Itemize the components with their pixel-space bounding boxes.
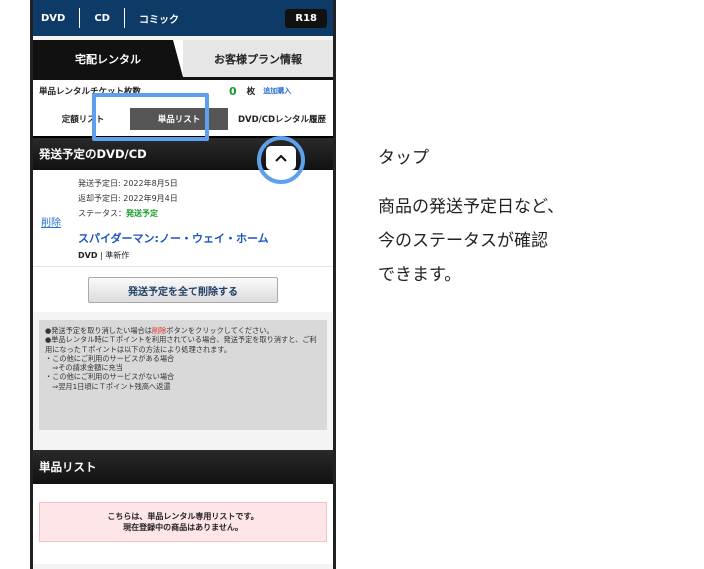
notes-box: ●発送予定を取り消したい場合は削除ボタンをクリックしてください。 ●単品レンタル… xyxy=(39,320,327,430)
annotation-line: 商品の発送予定日など、 xyxy=(378,197,565,217)
item-title[interactable]: スパイダーマン:ノー・ウェイ・ホーム xyxy=(78,230,269,246)
section-title-tanpin: 単品リスト xyxy=(39,460,97,474)
nav-cd[interactable]: CD xyxy=(94,13,124,24)
list-item: 削除 発送予定日: 2022年8月5日 返却予定日: 2022年9月4日 ステー… xyxy=(33,170,333,266)
note-line: ・この他にご利用のサービスがある場合 xyxy=(45,353,175,363)
section-title-shipping: 発送予定のDVD/CD xyxy=(39,147,147,161)
collapse-button[interactable] xyxy=(266,146,296,170)
delete-all-button[interactable]: 発送予定を全て削除する xyxy=(88,277,278,303)
empty-message-line1: こちらは、単品レンタル専用リストです。 xyxy=(107,512,259,521)
annotation-tap: タップ xyxy=(378,148,429,168)
item-dates: 発送予定日: 2022年8月5日 返却予定日: 2022年9月4日 ステータス：… xyxy=(78,176,178,221)
subtab-rental-history[interactable]: DVD/CDレンタル履歴 xyxy=(229,108,333,130)
note-line: ⇒翌月1日頃にＴポイント残高へ返還 xyxy=(45,381,171,391)
add-purchase-link[interactable]: 追加購入 xyxy=(263,86,291,96)
status-row: ステータス：発送予定 xyxy=(78,206,178,221)
item-release-note: 準新作 xyxy=(105,251,130,260)
spacer xyxy=(33,430,333,450)
status-value: 発送予定 xyxy=(126,209,158,218)
tab-plan-info[interactable]: お客様プラン情報 xyxy=(183,40,333,77)
item-meta: DVD | 準新作 xyxy=(78,251,130,260)
nav-comic[interactable]: コミック xyxy=(139,11,193,26)
ticket-label: 単品レンタルチケット枚数 xyxy=(39,87,142,97)
note-line: ●単品レンタル時にＴポイントを利用されている場合、発送予定を取り消すと、ご利用に… xyxy=(45,335,317,354)
subtab-tanpin-list[interactable]: 単品リスト xyxy=(130,108,228,130)
delete-all-area: 発送予定を全て削除する xyxy=(33,266,333,312)
annotation-description: 商品の発送予定日など、 今のステータスが確認 できます。 xyxy=(378,190,564,292)
section-header-tanpin: 単品リスト xyxy=(33,450,333,484)
ship-date: 発送予定日: 2022年8月5日 xyxy=(78,179,178,188)
tanpin-list-area: こちらは、単品レンタル専用リストです。 現在登録中の商品はありません。 xyxy=(33,484,333,564)
nav-separator xyxy=(79,8,81,28)
note-line: ⇒その請求金額に充当 xyxy=(45,363,123,373)
nav-separator xyxy=(123,8,125,28)
item-format: DVD xyxy=(78,251,98,260)
empty-message-line2: 現在登録中の商品はありません。 xyxy=(123,523,243,532)
annotation-line: 今のステータスが確認 xyxy=(378,231,548,251)
empty-message-box: こちらは、単品レンタル専用リストです。 現在登録中の商品はありません。 xyxy=(39,502,327,542)
chevron-up-icon xyxy=(275,154,287,162)
note-line: ・この他にご利用のサービスがない場合 xyxy=(45,372,175,382)
r18-button[interactable]: R18 xyxy=(285,8,327,28)
nav-dvd[interactable]: DVD xyxy=(41,13,79,24)
tab-takuhai-rental[interactable]: 宅配レンタル xyxy=(33,40,183,77)
ticket-count-row: 単品レンタルチケット枚数 0 枚 追加購入 xyxy=(33,80,333,102)
ticket-unit: 枚 xyxy=(246,87,256,97)
top-nav: DVD CD コミック R18 xyxy=(33,0,333,36)
phone-screen: DVD CD コミック R18 宅配レンタル お客様プラン情報 単品レンタルチケ… xyxy=(30,0,336,569)
annotation-line: できます。 xyxy=(378,265,462,285)
return-date: 返却予定日: 2022年9月4日 xyxy=(78,194,178,203)
subtab-teigaku-list[interactable]: 定額リスト xyxy=(43,108,123,130)
main-tabs: 宅配レンタル お客様プラン情報 xyxy=(33,40,333,80)
delete-link[interactable]: 削除 xyxy=(41,214,61,229)
note-line: ●発送予定を取り消したい場合は削除ボタンをクリックしてください。 xyxy=(45,326,274,335)
status-label: ステータス： xyxy=(78,209,126,218)
note-delete-word: 削除 xyxy=(151,326,167,335)
sub-tabs: 定額リスト 単品リスト DVD/CDレンタル履歴 xyxy=(33,102,333,136)
ticket-count: 0 xyxy=(229,84,237,98)
